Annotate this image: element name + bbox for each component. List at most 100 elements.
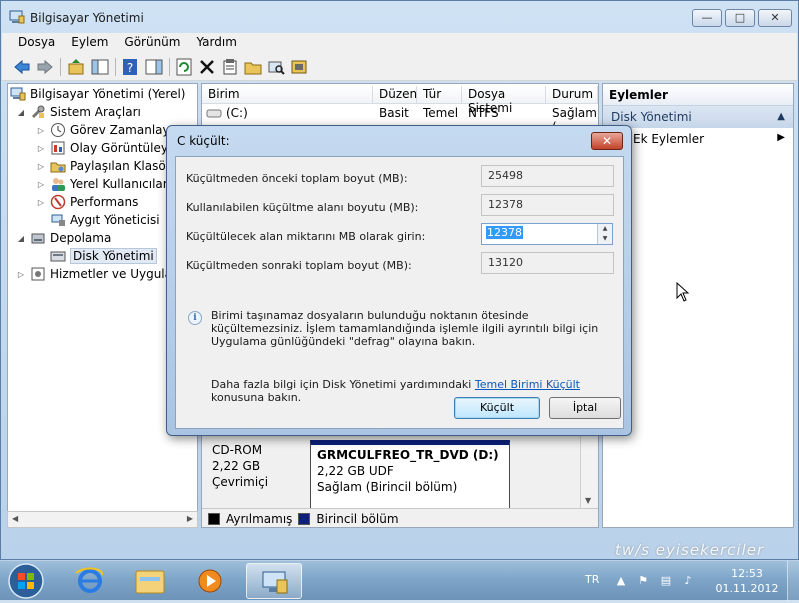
available-shrink-value: 12378 [481,194,614,216]
tree-item-computer-management[interactable]: Bilgisayar Yönetimi (Yerel) [10,85,185,103]
minimize-button[interactable]: — [692,9,722,27]
show-hidden-icons-icon[interactable]: ▲ [614,574,628,588]
title-bar[interactable]: Bilgisayar Yönetimi — □ ✕ [1,1,798,33]
disk-graphical-view: CD-ROM 2,22 GB Çevrimiçi GRMCULFREO_TR_D… [202,436,598,510]
column-header-filesystem[interactable]: Dosya Sistemi [462,86,546,115]
shrink-help-link[interactable]: Temel Birimi Küçült [475,378,580,391]
expand-arrow-icon[interactable]: ▷ [36,144,46,153]
up-folder-icon[interactable] [66,57,86,77]
show-hide-action-pane-icon[interactable] [144,57,164,77]
tree-item-label: Sistem Araçları [50,105,141,119]
volume-layout: Basit [379,106,409,120]
search-disk-icon[interactable] [266,57,286,77]
network-icon[interactable]: ▤ [659,574,673,588]
dialog-body: Küçültmeden önceki toplam boyut (MB): 25… [175,156,624,429]
refresh-icon[interactable] [174,57,194,77]
watermark-text: tw/s eyisekerciler [615,541,765,559]
collapse-arrow-icon[interactable]: ◢ [16,234,26,243]
computer-management-icon [10,86,26,102]
shrink-button[interactable]: Küçült [454,397,540,419]
expand-arrow-icon[interactable]: ▷ [36,180,46,189]
language-indicator[interactable]: TR [585,573,599,586]
system-clock[interactable]: 12:53 01.11.2012 [712,566,782,596]
internet-explorer-taskbar-button[interactable] [62,563,118,599]
expand-arrow-icon[interactable]: ▷ [36,126,46,135]
svg-text:?: ? [127,61,133,75]
scroll-left-icon[interactable]: ◀ [12,514,18,523]
open-folder-icon[interactable] [243,57,263,77]
disk-vertical-scrollbar[interactable]: ▼ [580,436,597,508]
available-shrink-label: Kullanılabilen küçültme alanı boyutu (MB… [186,201,419,214]
scroll-down-icon[interactable]: ▼ [585,496,591,505]
expand-arrow-icon[interactable]: ▷ [36,162,46,171]
tree-item-label: Aygıt Yöneticisi [70,213,160,227]
actions-section-disk-management[interactable]: Disk Yönetimi ▲ [603,106,793,128]
tree-item-storage[interactable]: ◢ Depolama [16,229,111,247]
close-button[interactable]: ✕ [758,9,792,27]
cancel-button[interactable]: İptal [549,397,621,419]
volume-icon[interactable]: ♪ [681,574,695,588]
actions-section-label: Disk Yönetimi [611,110,692,124]
tree-item-services[interactable]: ▷ Hizmetler ve Uygulam [16,265,184,283]
tree-item-task-scheduler[interactable]: ▷ Görev Zamanlayıcı [36,121,183,139]
menu-view[interactable]: Görünüm [116,33,188,53]
delete-icon[interactable] [197,57,217,77]
total-size-after-label: Küçültmeden sonraki toplam boyut (MB): [186,259,412,272]
explorer-taskbar-button[interactable] [122,563,178,599]
media-player-icon [198,569,222,593]
tree-item-device-manager[interactable]: Aygıt Yöneticisi [50,211,160,229]
mouse-cursor-icon [676,282,690,302]
shrink-amount-label: Küçültülecek alan miktarını MB olarak gi… [186,230,426,243]
partition-size: 2,22 GB UDF [317,464,394,478]
menu-file[interactable]: Dosya [10,33,63,53]
tree-item-shared-folders[interactable]: ▷ Paylaşılan Klasörler [36,157,186,175]
volume-status: Sağlam ( [552,106,597,134]
tree-horizontal-scrollbar[interactable]: ◀ ▶ [7,511,198,528]
maximize-button[interactable]: □ [725,9,755,27]
tree-item-local-users[interactable]: ▷ Yerel Kullanıcılar ve [36,175,186,193]
disk-status: Çevrimiçi [212,475,269,489]
media-player-taskbar-button[interactable] [182,563,238,599]
volume-type: Temel [423,106,459,120]
column-header-type[interactable]: Tür [417,86,462,104]
event-viewer-icon [50,140,66,156]
tree-item-system-tools[interactable]: ◢ Sistem Araçları [16,103,141,121]
spin-up-icon[interactable]: ▲ [598,224,612,234]
tree-item-disk-management[interactable]: Disk Yönetimi [50,247,157,265]
volume-name: (C:) [226,106,248,120]
back-arrow-icon[interactable] [12,57,32,77]
column-header-volume[interactable]: Birim [202,86,373,104]
shrink-amount-spinner[interactable]: ▲ ▼ [597,224,612,244]
spin-down-icon[interactable]: ▼ [598,234,612,244]
scroll-right-icon[interactable]: ▶ [187,514,193,523]
properties-icon[interactable] [220,57,240,77]
expand-arrow-icon[interactable]: ▷ [16,270,26,279]
help-icon[interactable]: ? [120,57,140,77]
start-button[interactable] [4,562,48,600]
show-hide-tree-icon[interactable] [90,57,110,77]
disk-settings-icon[interactable] [289,57,309,77]
dialog-close-button[interactable]: ✕ [591,132,623,150]
column-header-layout[interactable]: Düzen [373,86,417,104]
collapse-up-icon[interactable]: ▲ [777,111,785,122]
computer-management-taskbar-button[interactable] [246,563,302,599]
tree-item-performance[interactable]: ▷ Performans [36,193,138,211]
tree-item-event-viewer[interactable]: ▷ Olay Görüntüleyici [36,139,181,157]
expand-arrow-icon[interactable]: ▷ [36,198,46,207]
disk-management-icon [50,248,66,264]
disk-partition-d[interactable]: GRMCULFREO_TR_DVD (D:) 2,22 GB UDF Sağla… [310,440,510,510]
menu-help[interactable]: Yardım [188,33,244,53]
tree-item-label: Bilgisayar Yönetimi (Yerel) [30,87,186,101]
shrink-amount-input[interactable]: 12378 ▲ ▼ [481,223,613,245]
actions-header: Eylemler [603,84,793,106]
column-header-status[interactable]: Durum [546,86,598,104]
menu-action[interactable]: Eylem [63,33,116,53]
collapse-arrow-icon[interactable]: ◢ [16,108,26,117]
info-message: Birimi taşınamaz dosyaların bulunduğu no… [211,309,599,348]
disk-info[interactable]: CD-ROM 2,22 GB Çevrimiçi [212,442,268,490]
action-center-flag-icon[interactable]: ⚑ [636,574,650,588]
forward-arrow-icon[interactable] [35,57,55,77]
partition-name: GRMCULFREO_TR_DVD (D:) [317,448,499,462]
more-actions-label: Ek Eylemler [633,132,705,146]
show-desktop-button[interactable] [787,561,799,601]
